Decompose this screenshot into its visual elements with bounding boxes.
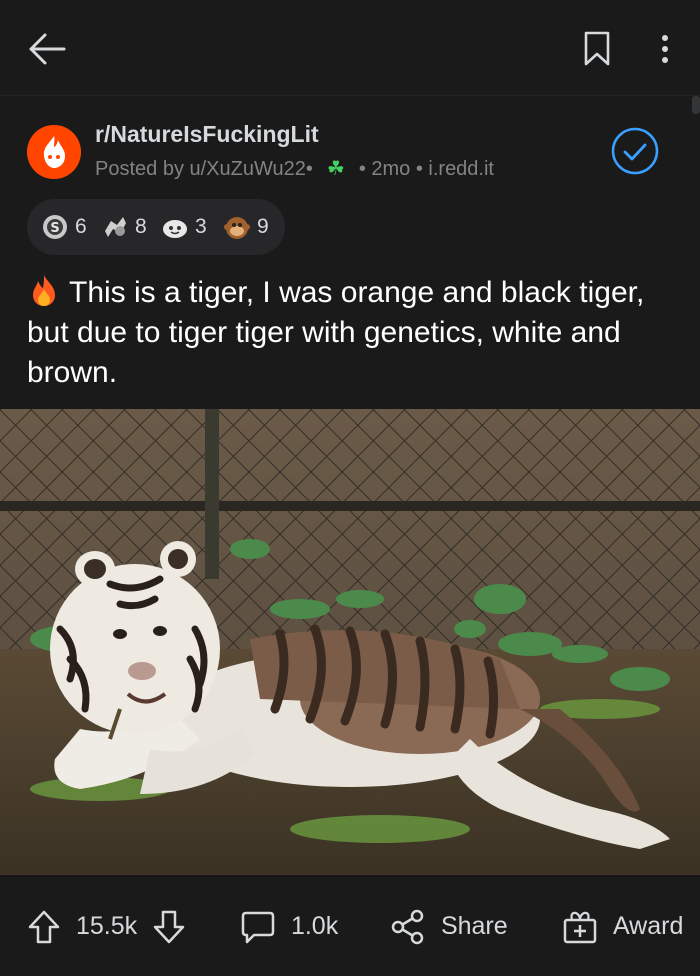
more-options-icon[interactable]: [650, 30, 680, 68]
upvote-icon[interactable]: [27, 908, 61, 946]
joined-check-icon[interactable]: [610, 126, 660, 176]
vote-group: 15.5k: [27, 905, 186, 947]
bookmark-icon[interactable]: [582, 30, 612, 68]
share-label: Share: [440, 912, 508, 940]
svg-text:S: S: [50, 221, 59, 236]
vote-count: 15.5k: [75, 912, 138, 940]
award-wholesome: 3: [161, 213, 207, 241]
award-monkey: 9: [223, 213, 269, 241]
award-label: Award: [612, 912, 684, 940]
action-bar: 15.5k 1.0k Share Award: [0, 877, 700, 976]
share-button[interactable]: Share: [390, 905, 508, 947]
fire-icon: [33, 275, 55, 306]
back-arrow-icon[interactable]: [26, 28, 68, 70]
post-domain[interactable]: • i.redd.it: [416, 158, 494, 180]
post-meta: Posted by u/XuZuWu22• ☘ • 2mo • i.redd.it: [95, 156, 494, 181]
post-author[interactable]: Posted by u/XuZuWu22•: [95, 158, 313, 180]
user-flair-icon: ☘: [326, 158, 345, 180]
awards-pill[interactable]: S6 8 3 9: [27, 199, 285, 255]
award-helpful: 8: [101, 213, 147, 241]
subreddit-avatar[interactable]: [27, 125, 81, 179]
comment-icon: [241, 912, 275, 944]
post-image[interactable]: [0, 409, 700, 875]
post-title[interactable]: This is a tiger, I was orange and black …: [27, 273, 667, 393]
comment-count: 1.0k: [290, 912, 339, 940]
subreddit-name[interactable]: r/NatureIsFuckingLit: [95, 121, 319, 148]
downvote-icon[interactable]: [152, 908, 186, 946]
post-age: • 2mo: [358, 158, 411, 180]
award-button[interactable]: Award: [562, 905, 683, 947]
scroll-indicator: [692, 96, 700, 114]
silver-award-icon: S: [43, 215, 67, 239]
gift-icon: [563, 912, 597, 944]
comments-button[interactable]: 1.0k: [240, 905, 338, 947]
share-icon: [391, 910, 424, 945]
helpful-award-icon: [105, 217, 126, 237]
wholesome-award-icon: [163, 220, 187, 238]
monkey-award-icon: [224, 217, 250, 239]
top-bar: [0, 0, 700, 96]
award-silver: S6: [41, 213, 87, 241]
